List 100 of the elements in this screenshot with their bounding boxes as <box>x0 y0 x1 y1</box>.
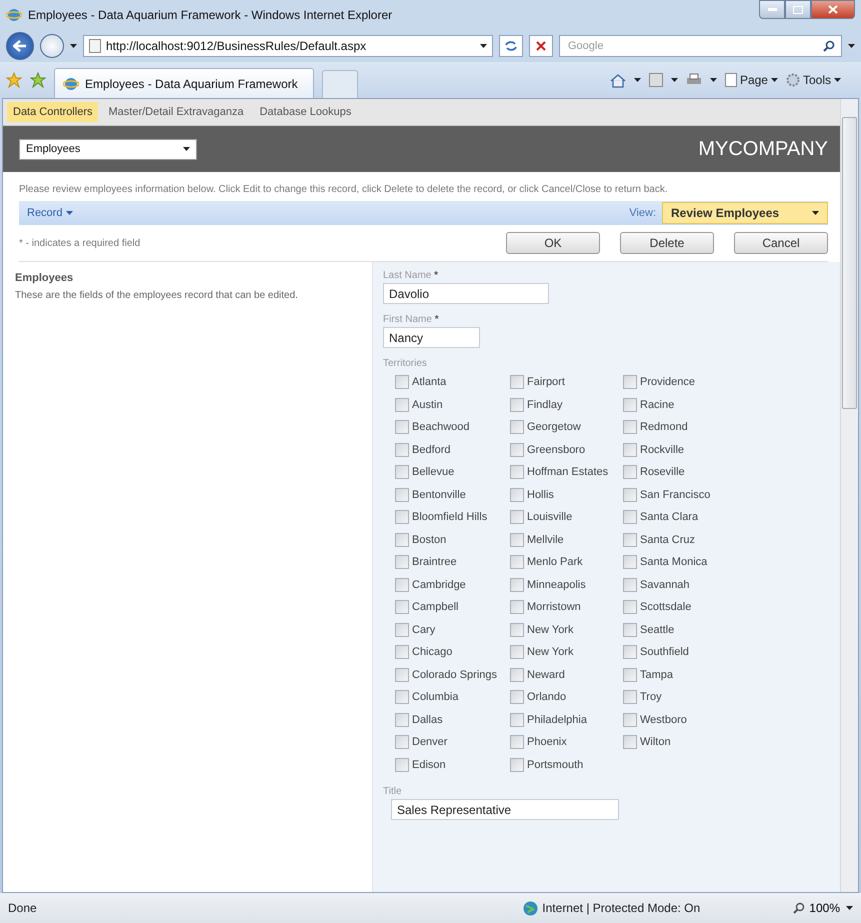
close-button[interactable] <box>811 0 855 19</box>
zoom-icon <box>793 902 806 914</box>
checkbox[interactable] <box>395 532 409 547</box>
forward-button[interactable] <box>40 34 64 58</box>
checkbox[interactable] <box>395 555 409 570</box>
checkbox[interactable] <box>395 465 409 480</box>
checkbox-label: Atlanta <box>412 376 446 388</box>
checkbox[interactable] <box>395 398 409 412</box>
checkbox-label: Menlo Park <box>527 556 583 568</box>
checkbox[interactable] <box>395 600 409 614</box>
address-field[interactable]: http://localhost:9012/BusinessRules/Default.aspx <box>83 35 493 57</box>
checkbox[interactable] <box>510 398 524 412</box>
caret-icon <box>70 44 77 48</box>
star-icon[interactable] <box>6 72 22 88</box>
checkbox[interactable] <box>395 735 409 750</box>
checkbox[interactable] <box>510 375 524 390</box>
checkbox[interactable] <box>623 398 637 412</box>
checkbox[interactable] <box>510 712 524 727</box>
browser-tab[interactable]: Employees - Data Aquarium Framework <box>54 68 314 98</box>
checkbox[interactable] <box>510 510 524 524</box>
checkbox[interactable] <box>623 645 637 660</box>
ok-button[interactable]: OK <box>506 232 600 254</box>
checkbox[interactable] <box>510 622 524 637</box>
checkbox[interactable] <box>395 488 409 502</box>
brand-name: MYCOMPANY <box>698 138 828 160</box>
checkbox[interactable] <box>395 668 409 682</box>
checkbox[interactable] <box>623 622 637 637</box>
checkbox[interactable] <box>510 465 524 480</box>
checkbox[interactable] <box>510 488 524 502</box>
checkbox-label: New York <box>527 624 574 636</box>
checkbox[interactable] <box>623 442 637 457</box>
checkbox[interactable] <box>623 420 637 434</box>
checkbox[interactable] <box>510 758 524 772</box>
refresh-button[interactable] <box>499 35 523 57</box>
checkbox[interactable] <box>510 578 524 592</box>
field-label: First Name * <box>383 314 440 325</box>
checkbox[interactable] <box>623 375 637 390</box>
text-field[interactable]: Davolio <box>383 283 549 304</box>
text-field[interactable]: Sales Representative <box>391 799 619 820</box>
add-star-icon[interactable] <box>30 72 46 88</box>
new-tab-button[interactable] <box>322 70 358 98</box>
checkbox[interactable] <box>623 712 637 727</box>
checkbox[interactable] <box>395 578 409 592</box>
checkbox[interactable] <box>395 622 409 637</box>
feed-icon[interactable] <box>648 73 663 87</box>
zoom-button[interactable]: 100% <box>793 901 846 915</box>
globe-e-icon <box>63 76 79 92</box>
checkbox[interactable] <box>510 600 524 614</box>
checkbox[interactable] <box>510 668 524 682</box>
checkbox[interactable] <box>623 668 637 682</box>
view-select[interactable]: Review Employees <box>662 202 828 224</box>
search-input[interactable]: Google <box>566 39 823 53</box>
tools-menu[interactable]: Tools <box>786 73 841 87</box>
back-button[interactable] <box>6 32 34 60</box>
checkbox[interactable] <box>623 555 637 570</box>
scrollbar[interactable] <box>840 99 858 892</box>
checkbox[interactable] <box>510 532 524 547</box>
checkbox[interactable] <box>623 578 637 592</box>
page-tab[interactable]: Data Controllers <box>7 102 98 122</box>
checkbox[interactable] <box>395 690 409 704</box>
record-menu[interactable]: Record <box>27 207 74 219</box>
checkbox[interactable] <box>623 735 637 750</box>
checkbox[interactable] <box>395 712 409 727</box>
checkbox-label: Seattle <box>640 624 674 636</box>
page-tab[interactable]: Database Lookups <box>254 102 358 122</box>
search-field[interactable]: Google <box>559 35 842 57</box>
close-icon <box>828 5 838 14</box>
stop-button[interactable] <box>529 35 553 57</box>
delete-button[interactable]: Delete <box>620 232 714 254</box>
checkbox[interactable] <box>623 465 637 480</box>
maximize-button[interactable] <box>785 0 811 19</box>
checkbox[interactable] <box>510 645 524 660</box>
checkbox[interactable] <box>395 420 409 434</box>
checkbox[interactable] <box>623 690 637 704</box>
checkbox[interactable] <box>395 510 409 524</box>
cancel-button[interactable]: Cancel <box>734 232 828 254</box>
checkbox[interactable] <box>623 600 637 614</box>
checkbox[interactable] <box>395 645 409 660</box>
checkbox[interactable] <box>510 690 524 704</box>
page-menu[interactable]: Page <box>724 73 778 87</box>
checkbox[interactable] <box>395 758 409 772</box>
checkbox[interactable] <box>623 488 637 502</box>
text-field[interactable]: Nancy <box>383 327 480 348</box>
checkbox-label: Columbia <box>412 691 458 704</box>
checkbox[interactable] <box>623 510 637 524</box>
page-tab[interactable]: Master/Detail Extravaganza <box>102 102 250 122</box>
home-icon[interactable] <box>610 72 626 88</box>
checkbox[interactable] <box>510 735 524 750</box>
checkbox[interactable] <box>395 442 409 457</box>
checkbox[interactable] <box>510 420 524 434</box>
minimize-button[interactable] <box>759 0 785 19</box>
controller-select[interactable]: Employees <box>19 138 197 160</box>
checkbox[interactable] <box>623 532 637 547</box>
checkbox[interactable] <box>510 555 524 570</box>
checkbox-label: Bedford <box>412 444 451 456</box>
checkbox-label: Racine <box>640 398 674 411</box>
checkbox[interactable] <box>395 375 409 390</box>
checkbox-label: Campbell <box>412 601 458 614</box>
checkbox[interactable] <box>510 442 524 457</box>
printer-icon[interactable] <box>686 73 702 87</box>
